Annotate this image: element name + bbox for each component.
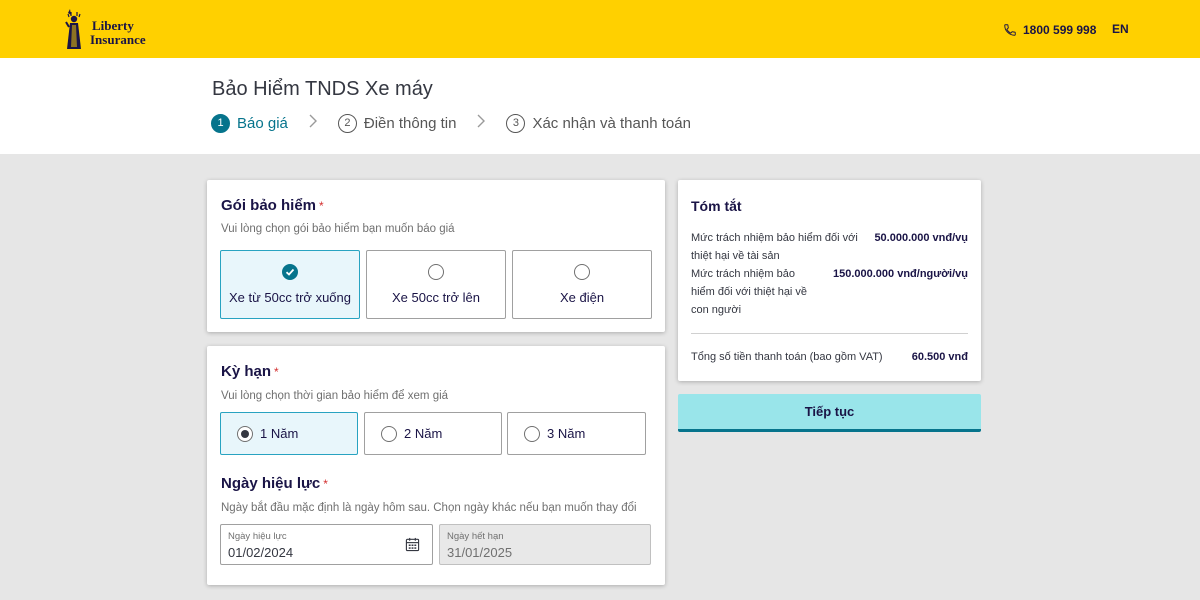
statue-of-liberty-icon <box>65 9 81 49</box>
step-number: 3 <box>506 113 526 133</box>
package-title: Gói bảo hiểm * <box>221 197 324 214</box>
term-option-2-years[interactable]: 2 Năm <box>364 412 502 455</box>
stepper: 1 Báo giá 2 Điền thông tin 3 Xác nhận và… <box>211 113 691 133</box>
package-subtitle: Vui lòng chọn gói bảo hiểm bạn muốn báo … <box>221 223 455 235</box>
logo-line-1: Liberty <box>92 18 134 33</box>
effective-title: Ngày hiệu lực * <box>221 475 328 492</box>
top-header: Liberty Insurance 1800 599 998 EN <box>0 0 1200 58</box>
logo-line-2: Insurance <box>90 32 146 47</box>
package-card: Gói bảo hiểm * Vui lòng chọn gói bảo hiểm… <box>207 180 665 332</box>
chevron-right-icon <box>308 114 318 133</box>
option-label: 2 Năm <box>404 426 443 441</box>
property-liability-value: 50.000.000 vnđ/vụ <box>874 232 968 244</box>
step-label: Xác nhận và thanh toán <box>532 114 691 132</box>
calendar-icon[interactable] <box>405 537 420 552</box>
liberty-logo[interactable]: Liberty Insurance <box>60 9 160 51</box>
continue-button[interactable]: Tiếp tục <box>678 394 981 432</box>
package-option-under-50cc[interactable]: Xe từ 50cc trở xuống <box>220 250 360 319</box>
total-value: 60.500 vnđ <box>911 351 968 363</box>
label-line: Mức trách nhiệm bảo <box>691 268 795 280</box>
property-liability-label: Mức trách nhiệm bảo hiểm đối với thiệt h… <box>691 229 871 265</box>
term-card: Kỳ hạn * Vui lòng chọn thời gian bảo hiểm… <box>207 346 665 585</box>
step-label: Điền thông tin <box>363 114 457 132</box>
step-confirm-pay: 3 Xác nhận và thanh toán <box>506 113 691 133</box>
label-line: con người <box>691 304 742 316</box>
total-label: Tổng số tiền thanh toán (bao gồm VAT) <box>691 351 883 363</box>
term-subtitle: Vui lòng chọn thời gian bảo hiểm để xem … <box>221 390 449 402</box>
step-number: 1 <box>211 113 230 133</box>
term-option-1-year[interactable]: 1 Năm <box>220 412 358 455</box>
radio-icon <box>381 425 397 442</box>
field-label: Ngày hiệu lực <box>228 531 287 542</box>
option-label: Xe từ 50cc trở xuống <box>228 290 351 305</box>
option-label: 1 Năm <box>260 426 299 441</box>
chevron-right-icon <box>476 114 486 133</box>
option-label: 3 Năm <box>547 426 586 441</box>
package-option-electric[interactable]: Xe điện <box>512 250 652 319</box>
radio-icon <box>574 264 590 280</box>
label-line: thiệt hại về tài sản <box>691 250 780 262</box>
package-title-text: Gói bảo hiểm <box>221 197 317 214</box>
checkmark-icon <box>282 264 298 280</box>
option-label: Xe điện <box>559 290 605 305</box>
required-mark: * <box>319 199 324 213</box>
field-value: 01/02/2024 <box>228 545 294 560</box>
step-number: 2 <box>337 113 357 133</box>
term-title: Kỳ hạn * <box>221 363 279 380</box>
label-line: Mức trách nhiệm bảo hiểm đối với <box>691 232 858 244</box>
summary-title: Tóm tắt <box>691 198 742 214</box>
radio-icon <box>237 425 253 442</box>
phone-icon <box>1004 24 1016 36</box>
term-title-text: Kỳ hạn <box>221 363 272 380</box>
start-date-field[interactable]: Ngày hiệu lực 01/02/2024 <box>220 524 433 565</box>
effective-title-text: Ngày hiệu lực <box>221 475 321 492</box>
field-label: Ngày hết hạn <box>447 531 504 542</box>
radio-icon <box>428 264 444 280</box>
package-option-over-50cc[interactable]: Xe 50cc trở lên <box>366 250 506 319</box>
step-quote: 1 Báo giá <box>211 113 288 133</box>
required-mark: * <box>323 477 328 491</box>
end-date-field: Ngày hết hạn 31/01/2025 <box>439 524 651 565</box>
phone-number: 1800 599 998 <box>1023 23 1097 37</box>
required-mark: * <box>274 365 279 379</box>
people-liability-label: Mức trách nhiệm bảo hiểm đối với thiệt h… <box>691 265 821 319</box>
step-label: Báo giá <box>237 114 288 132</box>
step-fill-info: 2 Điền thông tin <box>337 113 457 133</box>
people-liability-value: 150.000.000 vnđ/người/vụ <box>832 268 968 280</box>
term-option-3-years[interactable]: 3 Năm <box>507 412 646 455</box>
summary-card: Tóm tắt Mức trách nhiệm bảo hiểm đối với… <box>678 180 981 381</box>
logo-wordmark: Liberty Insurance <box>90 18 146 47</box>
page-title: Bảo Hiểm TNDS Xe máy <box>212 78 433 100</box>
label-line: hiểm đối với thiệt hại về <box>691 286 808 298</box>
field-value: 31/01/2025 <box>447 545 513 560</box>
title-band: Bảo Hiểm TNDS Xe máy 1 Báo giá 2 Điền th… <box>0 58 1200 154</box>
effective-subtitle: Ngày bắt đầu mặc định là ngày hôm sau. C… <box>221 502 637 514</box>
option-label: Xe 50cc trở lên <box>391 290 480 305</box>
radio-icon <box>524 425 540 442</box>
language-switch[interactable]: EN <box>1112 22 1129 36</box>
hotline[interactable]: 1800 599 998 <box>1003 22 1096 38</box>
summary-divider <box>691 333 968 334</box>
